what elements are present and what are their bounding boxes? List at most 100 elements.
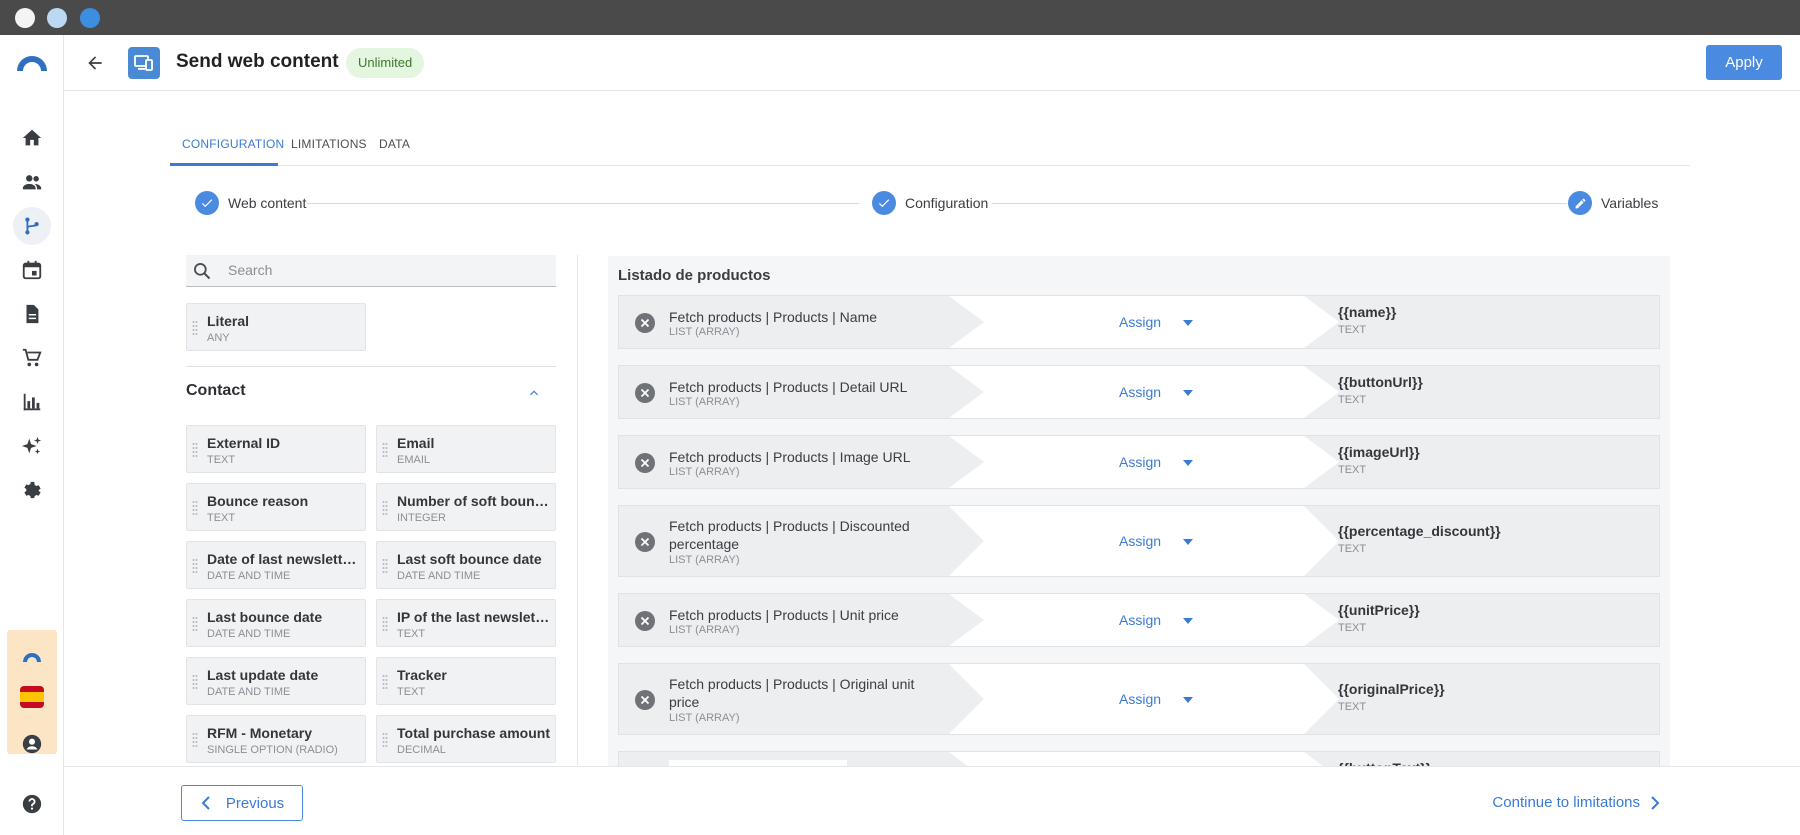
window-close-button[interactable] <box>15 8 35 28</box>
source-field-name: Fetch products | Products | Image URL <box>669 449 911 465</box>
window-minimize-button[interactable] <box>47 8 67 28</box>
nav-account[interactable] <box>13 725 51 763</box>
field-list-panel: Literal ANY Contact External ID TEXT Email… <box>186 255 558 765</box>
remove-mapping-icon[interactable] <box>635 383 655 403</box>
assign-dropdown[interactable]: Assign <box>949 752 1339 766</box>
mapping-source <box>619 752 949 766</box>
field-chip[interactable]: Number of soft bounces INTEGER <box>376 483 556 531</box>
field-chip[interactable]: Total purchase amount DECIMAL <box>376 715 556 763</box>
field-chip[interactable]: Date of last newsletter... DATE AND TIME <box>186 541 366 589</box>
mapping-source: Fetch products | Products | Name LIST (AR… <box>619 296 949 348</box>
drag-handle-icon <box>382 675 388 689</box>
assign-dropdown[interactable]: Assign <box>949 436 1339 488</box>
document-icon <box>26 304 39 324</box>
source-field-type: LIST (ARRAY) <box>669 712 740 724</box>
nav-ai[interactable] <box>13 427 51 465</box>
field-type: DATE AND TIME <box>207 628 291 640</box>
caret-down-icon <box>1183 697 1193 703</box>
assign-dropdown[interactable]: Assign <box>949 506 1339 576</box>
step-connector <box>992 203 1567 204</box>
field-name: Number of soft bounces <box>397 493 552 509</box>
section-title-contact: Contact <box>186 382 246 399</box>
assign-dropdown[interactable]: Assign <box>949 594 1339 646</box>
previous-button[interactable]: Previous <box>181 785 303 821</box>
nav-documents[interactable] <box>13 295 51 333</box>
page-footer: Previous Continue to limitations <box>64 766 1800 835</box>
field-chip[interactable]: Last update date DATE AND TIME <box>186 657 366 705</box>
step-connector <box>307 203 859 204</box>
tab-data[interactable]: DATA <box>379 137 410 151</box>
sparkle-icon <box>21 436 42 455</box>
nav-workflows[interactable] <box>13 207 51 245</box>
continue-to-limitations-link[interactable]: Continue to limitations <box>1492 794 1660 811</box>
source-field-type: LIST (ARRAY) <box>669 326 740 338</box>
field-chip[interactable]: Tracker TEXT <box>376 657 556 705</box>
page-title: Send web content <box>176 51 339 72</box>
nav-contacts[interactable] <box>13 163 51 201</box>
target-variable: {{unitPrice}} <box>1338 602 1420 618</box>
source-field-type: LIST (ARRAY) <box>669 624 740 636</box>
field-name: RFM - Monetary <box>207 725 312 741</box>
assign-dropdown[interactable]: Assign <box>949 366 1339 418</box>
arrow-left-icon <box>88 56 102 70</box>
target-variable-type: TEXT <box>1338 543 1367 555</box>
nav-help[interactable] <box>13 785 51 823</box>
field-chip[interactable]: Last bounce date DATE AND TIME <box>186 599 366 647</box>
drag-handle-icon <box>192 675 198 689</box>
field-chip[interactable]: IP of the last newslette... TEXT <box>376 599 556 647</box>
contacts-icon <box>22 175 42 190</box>
source-field-name: Fetch products | Products | Detail URL <box>669 379 908 395</box>
calendar-icon <box>22 260 42 280</box>
tab-configuration[interactable]: CONFIGURATION <box>182 137 284 151</box>
step-label: Web content <box>228 195 307 211</box>
nav-commerce[interactable] <box>13 339 51 377</box>
spain-flag-icon[interactable] <box>20 686 44 708</box>
mapping-row: Fetch products | Products | Image URL LIS… <box>618 435 1660 489</box>
chevron-up-icon[interactable] <box>526 385 542 401</box>
field-type: DATE AND TIME <box>207 570 291 582</box>
field-chip[interactable]: Last soft bounce date DATE AND TIME <box>376 541 556 589</box>
step-configuration[interactable]: Configuration <box>872 191 988 215</box>
target-variable: {{percentage_discount}} <box>1338 523 1501 539</box>
home-icon <box>22 129 42 146</box>
page-header: Send web content Unlimited Apply <box>64 35 1800 91</box>
app-logo-icon[interactable] <box>14 51 50 75</box>
field-chip[interactable]: RFM - Monetary SINGLE OPTION (RADIO) <box>186 715 366 763</box>
drag-handle-icon <box>192 559 198 573</box>
window-maximize-button[interactable] <box>80 8 100 28</box>
remove-mapping-icon[interactable] <box>635 313 655 333</box>
help-icon <box>22 794 42 814</box>
caret-down-icon <box>1183 460 1193 466</box>
apply-button[interactable]: Apply <box>1706 45 1782 80</box>
field-type: DATE AND TIME <box>207 686 291 698</box>
field-chip[interactable]: External ID TEXT <box>186 425 366 473</box>
back-button[interactable] <box>82 50 108 76</box>
source-field-type: LIST (ARRAY) <box>669 466 740 478</box>
tab-limitations[interactable]: LIMITATIONS <box>291 137 367 151</box>
assign-dropdown[interactable]: Assign <box>949 664 1339 734</box>
nav-home[interactable] <box>13 119 51 157</box>
progress-stepper: Web content Configuration Variables <box>170 188 1660 220</box>
field-type: TEXT <box>207 454 236 466</box>
workflows-icon <box>25 217 39 235</box>
drag-handle-icon <box>382 617 388 631</box>
nav-calendar[interactable] <box>13 251 51 289</box>
check-icon <box>195 191 219 215</box>
panel-divider <box>577 255 578 765</box>
remove-mapping-icon[interactable] <box>635 611 655 631</box>
drag-handle-icon <box>192 321 198 335</box>
field-chip[interactable]: Email EMAIL <box>376 425 556 473</box>
caret-down-icon <box>1183 390 1193 396</box>
assign-dropdown[interactable]: Assign <box>949 296 1339 348</box>
remove-mapping-icon[interactable] <box>635 532 655 552</box>
step-variables[interactable]: Variables <box>1568 191 1658 215</box>
step-web-content[interactable]: Web content <box>195 191 306 215</box>
field-chip[interactable]: Bounce reason TEXT <box>186 483 366 531</box>
nav-settings[interactable] <box>13 471 51 509</box>
search-input[interactable] <box>228 262 538 278</box>
remove-mapping-icon[interactable] <box>635 453 655 473</box>
remove-mapping-icon[interactable] <box>635 690 655 710</box>
nav-analytics[interactable] <box>13 383 51 421</box>
step-label: Variables <box>1601 195 1659 211</box>
field-chip-literal[interactable]: Literal ANY <box>186 303 366 351</box>
